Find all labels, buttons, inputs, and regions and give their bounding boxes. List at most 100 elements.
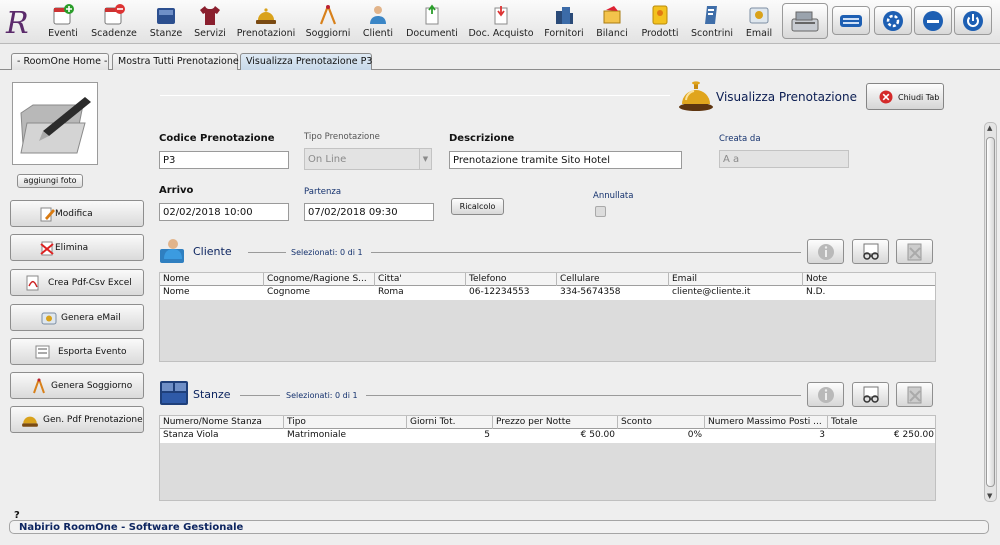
tab-mostra-tutti[interactable]: Mostra Tutti Prenotazione bbox=[112, 53, 239, 70]
toolbar-eventi[interactable]: Eventi bbox=[44, 2, 82, 42]
tab-visualizza-prenotazione[interactable]: Visualizza Prenotazione P3 bbox=[240, 53, 372, 70]
toolbar-clienti[interactable]: Clienti bbox=[358, 2, 398, 42]
scadenze-calendar-icon bbox=[104, 4, 125, 25]
scroll-up-arrow[interactable]: ▲ bbox=[987, 124, 992, 132]
descrizione-field[interactable]: Prenotazione tramite Sito Hotel bbox=[449, 151, 682, 169]
tipo-dropdown-arrow[interactable]: ▼ bbox=[419, 148, 432, 170]
folder-pen-icon bbox=[20, 97, 91, 154]
cliente-view-button[interactable] bbox=[852, 239, 889, 264]
col-citta[interactable]: Citta' bbox=[375, 273, 466, 286]
toolbar-stanze[interactable]: Stanze bbox=[146, 2, 186, 42]
toolbar-label: Prodotti bbox=[641, 28, 679, 39]
col-stanza[interactable]: Numero/Nome Stanza bbox=[160, 416, 284, 429]
doc-acquisto-icon bbox=[494, 6, 508, 25]
esporta-evento-button[interactable]: Esporta Evento bbox=[10, 338, 144, 365]
toolbar-servizi[interactable]: Servizi bbox=[190, 2, 230, 42]
action-label: Modifica bbox=[55, 209, 93, 219]
toolbar-label: Prenotazioni bbox=[236, 28, 296, 39]
col-cellulare[interactable]: Cellulare bbox=[557, 273, 669, 286]
cash-register-icon bbox=[791, 11, 819, 32]
settings-button[interactable] bbox=[874, 6, 912, 35]
stanze-info-button[interactable] bbox=[807, 382, 844, 407]
arrivo-field[interactable]: 02/02/2018 10:00 bbox=[159, 203, 289, 221]
elimina-button[interactable]: Elimina bbox=[10, 234, 144, 261]
toolbar-label: Bilanci bbox=[596, 28, 628, 39]
scroll-down-arrow[interactable]: ▼ bbox=[987, 492, 992, 500]
cash-register-button[interactable] bbox=[782, 3, 828, 39]
stanze-line-right bbox=[366, 395, 801, 396]
edit-pencil-icon bbox=[40, 207, 55, 222]
col-sconto[interactable]: Sconto bbox=[618, 416, 705, 429]
action-label: Genera eMail bbox=[61, 313, 121, 323]
toolbar-email[interactable]: Email bbox=[742, 2, 776, 42]
modifica-button[interactable]: Modifica bbox=[10, 200, 144, 227]
toolbar-fornitori[interactable]: Fornitori bbox=[542, 2, 586, 42]
toolbar-scadenze[interactable]: Scadenze bbox=[90, 2, 138, 42]
col-posti[interactable]: Numero Massimo Posti ... bbox=[705, 416, 828, 429]
cell-nome: Nome bbox=[163, 287, 190, 297]
cell-cellulare: 334-5674358 bbox=[560, 287, 621, 297]
scrollbar-thumb[interactable] bbox=[986, 137, 995, 487]
table-row[interactable]: Stanza Viola Matrimoniale 5 € 50.00 0% 3… bbox=[160, 429, 935, 443]
cliente-section-icon bbox=[160, 239, 184, 263]
toolbar-prodotti[interactable]: Prodotti bbox=[638, 2, 682, 42]
annullata-checkbox[interactable] bbox=[595, 206, 606, 217]
toolbar-scontrini[interactable]: Scontrini bbox=[688, 2, 736, 42]
table-row[interactable]: Nome Cognome Roma 06-12234553 334-567435… bbox=[160, 286, 935, 300]
fornitori-icon bbox=[556, 7, 573, 24]
view-glasses-icon bbox=[862, 386, 879, 403]
cell-stanza: Stanza Viola bbox=[163, 430, 219, 440]
creata-field[interactable]: A a bbox=[719, 150, 849, 168]
col-totale[interactable]: Totale bbox=[828, 416, 937, 429]
page-title: Visualizza Prenotazione bbox=[716, 90, 857, 104]
toolbar-label: Eventi bbox=[48, 28, 78, 39]
partenza-field[interactable]: 07/02/2018 09:30 bbox=[304, 203, 434, 221]
roomone-logo: R bbox=[5, 6, 29, 39]
add-photo-button[interactable]: aggiungi foto bbox=[17, 174, 83, 188]
cliente-table-header: Nome Cognome/Ragione S... Citta' Telefon… bbox=[160, 273, 935, 286]
stanze-view-button[interactable] bbox=[852, 382, 889, 407]
stanze-remove-button[interactable] bbox=[896, 382, 933, 407]
action-label: Elimina bbox=[55, 243, 89, 253]
col-nome[interactable]: Nome bbox=[160, 273, 264, 286]
toolbar-doc-acquisto[interactable]: Doc. Acquisto bbox=[466, 2, 536, 42]
tab-home[interactable]: - RoomOne Home - bbox=[11, 53, 109, 70]
cliente-line-right bbox=[371, 252, 801, 253]
col-email[interactable]: Email bbox=[669, 273, 803, 286]
col-note[interactable]: Note bbox=[803, 273, 937, 286]
col-giorni[interactable]: Giorni Tot. bbox=[407, 416, 493, 429]
cell-giorni: 5 bbox=[484, 430, 490, 440]
keyboard-button[interactable] bbox=[832, 6, 870, 35]
minimize-button[interactable] bbox=[914, 6, 952, 35]
power-icon bbox=[963, 10, 983, 31]
col-telefono[interactable]: Telefono bbox=[466, 273, 557, 286]
crea-pdf-button[interactable]: Crea Pdf-Csv Excel bbox=[10, 269, 144, 296]
cliente-line-left bbox=[248, 252, 286, 253]
toolbar-prenotazioni[interactable]: Prenotazioni bbox=[236, 2, 296, 42]
col-prezzo[interactable]: Prezzo per Notte bbox=[493, 416, 618, 429]
cell-totale: € 250.00 bbox=[893, 430, 934, 440]
reception-bell-icon bbox=[679, 81, 713, 111]
codice-field[interactable]: P3 bbox=[159, 151, 289, 169]
close-tab-label: Chiudi Tab bbox=[898, 93, 940, 102]
ricalcolo-button[interactable]: Ricalcolo bbox=[451, 198, 504, 215]
toolbar-label: Servizi bbox=[194, 28, 226, 39]
toolbar-documenti[interactable]: Documenti bbox=[404, 2, 460, 42]
gen-pdf-prenotazione-button[interactable]: Gen. Pdf Prenotazione bbox=[10, 406, 144, 433]
cliente-info-button[interactable] bbox=[807, 239, 844, 264]
genera-email-button[interactable]: Genera eMail bbox=[10, 304, 144, 331]
close-tab-button[interactable]: Chiudi Tab bbox=[866, 83, 944, 110]
toolbar-bilanci[interactable]: Bilanci bbox=[592, 2, 632, 42]
toolbar-soggiorni[interactable]: Soggiorni bbox=[304, 2, 352, 42]
power-button[interactable] bbox=[954, 6, 992, 35]
tipo-select[interactable]: On Line bbox=[304, 148, 420, 170]
annullata-label: Annullata bbox=[593, 191, 634, 201]
col-cognome[interactable]: Cognome/Ragione S... bbox=[264, 273, 375, 286]
vertical-scrollbar[interactable]: ▲ ▼ bbox=[984, 122, 997, 502]
export-icon bbox=[35, 345, 50, 359]
col-tipo[interactable]: Tipo bbox=[284, 416, 407, 429]
stanze-section-icon bbox=[160, 381, 188, 405]
cliente-remove-button[interactable] bbox=[896, 239, 933, 264]
genera-soggiorno-button[interactable]: Genera Soggiorno bbox=[10, 372, 144, 399]
toolbar-label: Clienti bbox=[362, 28, 394, 39]
